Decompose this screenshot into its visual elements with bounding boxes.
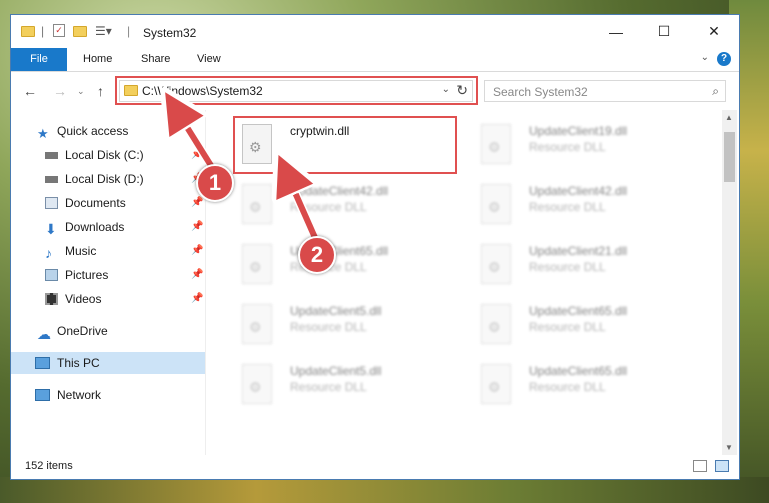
arrow-1 bbox=[175, 108, 218, 174]
annotation-arrows bbox=[0, 0, 321, 242]
arrow-2 bbox=[286, 172, 319, 242]
step-1-badge: 1 bbox=[196, 164, 234, 202]
step-2-badge: 2 bbox=[298, 236, 336, 274]
